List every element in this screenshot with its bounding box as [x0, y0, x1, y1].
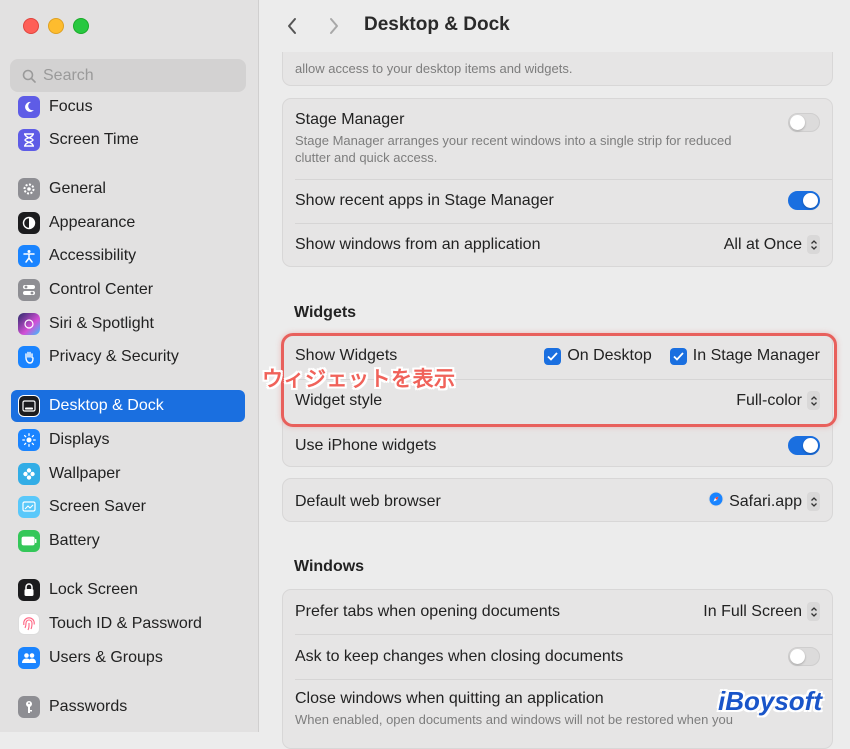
- prefer-tabs-value: In Full Screen: [703, 602, 802, 620]
- battery-icon: [18, 530, 40, 552]
- forward-button[interactable]: [319, 11, 349, 41]
- windows-from-app-value: All at Once: [723, 235, 802, 253]
- search-input[interactable]: Search: [10, 59, 246, 92]
- sidebar-item-battery[interactable]: Battery: [11, 525, 245, 557]
- gear-icon: [18, 178, 40, 200]
- accessibility-icon: [18, 245, 40, 267]
- safari-icon: [708, 491, 724, 512]
- appearance-icon: [18, 212, 40, 234]
- iphone-widgets-label: Use iPhone widgets: [295, 436, 437, 454]
- hand-icon: [18, 346, 40, 368]
- users-icon: [18, 647, 40, 669]
- sidebar-item-label: Siri & Spotlight: [49, 315, 154, 332]
- sidebar-item-privacy-security[interactable]: Privacy & Security: [11, 341, 245, 373]
- sidebar-item-label: Screen Saver: [49, 498, 146, 515]
- hourglass-icon: [18, 129, 40, 151]
- chevron-up-down-icon: [807, 492, 820, 511]
- stage-manager-description: Stage Manager arranges your recent windo…: [295, 132, 731, 166]
- recent-apps-label: Show recent apps in Stage Manager: [295, 191, 554, 209]
- sidebar-item-label: Users & Groups: [49, 649, 163, 666]
- sidebar-item-label: Battery: [49, 532, 100, 549]
- default-browser-popup[interactable]: Safari.app: [708, 491, 820, 512]
- widgets-section-title: Widgets: [294, 304, 357, 321]
- iphone-widgets-toggle[interactable]: [788, 436, 820, 455]
- close-windows-description: When enabled, open documents and windows…: [295, 712, 733, 727]
- windows-from-app-popup[interactable]: All at Once: [724, 235, 820, 254]
- siri-icon: [18, 313, 40, 335]
- back-button[interactable]: [277, 11, 307, 41]
- chevron-up-down-icon: [807, 602, 820, 621]
- control-center-icon: [18, 279, 40, 301]
- flower-icon: [18, 463, 40, 485]
- sidebar-item-label: Appearance: [49, 214, 136, 231]
- prefer-tabs-label: Prefer tabs when opening documents: [295, 602, 561, 620]
- sidebar-item-desktop-dock[interactable]: Desktop & Dock: [11, 390, 245, 422]
- sidebar-item-screen-time[interactable]: Screen Time: [11, 124, 245, 156]
- stage-manager-description-line: Stage Manager arranges your recent windo…: [295, 133, 732, 148]
- sidebar-item-label: Accessibility: [49, 247, 137, 264]
- sidebar-item-passwords[interactable]: Passwords: [11, 691, 245, 723]
- lock-icon: [18, 579, 40, 601]
- sidebar-item-wallpaper[interactable]: Wallpaper: [11, 458, 245, 490]
- close-window-button[interactable]: [23, 18, 39, 34]
- sun-icon: [18, 429, 40, 451]
- default-browser-label: Default web browser: [295, 492, 441, 510]
- sidebar-item-label: Displays: [49, 431, 110, 448]
- window-controls: [23, 18, 89, 34]
- desktop-items-description: allow access to your desktop items and w…: [295, 61, 573, 76]
- sidebar-item-label: Touch ID & Password: [49, 615, 202, 632]
- zoom-window-button[interactable]: [73, 18, 89, 34]
- windows-section-title: Windows: [294, 558, 365, 575]
- search-placeholder: Search: [43, 66, 94, 84]
- dock-icon: [18, 395, 40, 417]
- sidebar-item-label: Passwords: [49, 698, 128, 715]
- stage-manager-description-line: clutter and quick access.: [295, 150, 438, 165]
- sidebar: Search Focus Screen Time General Appeara…: [0, 0, 259, 732]
- windows-group: Prefer tabs when opening documents In Fu…: [282, 589, 833, 749]
- sidebar-item-siri-spotlight[interactable]: Siri & Spotlight: [11, 308, 245, 340]
- browser-group: Default web browser Safari.app: [282, 478, 833, 522]
- sidebar-item-control-center[interactable]: Control Center: [11, 274, 245, 306]
- sidebar-item-label: Control Center: [49, 281, 154, 298]
- minimize-window-button[interactable]: [48, 18, 64, 34]
- close-windows-label: Close windows when quitting an applicati…: [295, 690, 604, 707]
- sidebar-item-screen-saver[interactable]: Screen Saver: [11, 491, 245, 523]
- chevron-up-down-icon: [807, 235, 820, 254]
- search-icon: [22, 69, 36, 83]
- key-icon: [18, 696, 40, 718]
- prefer-tabs-popup[interactable]: In Full Screen: [703, 602, 820, 621]
- fingerprint-icon: [18, 613, 40, 635]
- sidebar-item-label: General: [49, 180, 106, 197]
- sidebar-item-touch-id-password[interactable]: Touch ID & Password: [11, 608, 245, 640]
- sidebar-item-focus[interactable]: Focus: [11, 91, 245, 123]
- sidebar-item-accessibility[interactable]: Accessibility: [11, 240, 245, 272]
- toolbar: Desktop & Dock: [259, 0, 850, 52]
- page-title: Desktop & Dock: [364, 14, 510, 35]
- sidebar-item-label: Desktop & Dock: [49, 397, 164, 414]
- windows-from-app-label: Show windows from an application: [295, 235, 541, 253]
- ask-keep-changes-toggle[interactable]: [788, 647, 820, 666]
- default-browser-value: Safari.app: [729, 492, 802, 510]
- chevron-left-icon: [288, 18, 296, 34]
- screensaver-icon: [18, 496, 40, 518]
- ask-keep-changes-label: Ask to keep changes when closing documen…: [295, 647, 624, 665]
- annotation-label: ウィジェットを表示: [262, 368, 456, 391]
- watermark-logo: iBoysoft: [718, 686, 822, 716]
- sidebar-item-label: Focus: [49, 98, 93, 115]
- stage-manager-toggle[interactable]: [788, 113, 820, 132]
- chevron-right-icon: [330, 18, 338, 34]
- moon-icon: [18, 96, 40, 118]
- sidebar-item-label: Privacy & Security: [49, 348, 179, 365]
- stage-manager-title: Stage Manager: [295, 111, 405, 128]
- sidebar-item-label: Wallpaper: [49, 465, 121, 482]
- sidebar-item-label: Lock Screen: [49, 581, 138, 598]
- recent-apps-toggle[interactable]: [788, 191, 820, 210]
- stage-manager-group: Stage Manager Stage Manager arranges you…: [282, 98, 833, 267]
- sidebar-item-users-groups[interactable]: Users & Groups: [11, 642, 245, 674]
- sidebar-item-lock-screen[interactable]: Lock Screen: [11, 574, 245, 606]
- sidebar-item-appearance[interactable]: Appearance: [11, 207, 245, 239]
- sidebar-item-displays[interactable]: Displays: [11, 424, 245, 456]
- sidebar-item-label: Screen Time: [49, 131, 139, 148]
- sidebar-item-general[interactable]: General: [11, 173, 245, 205]
